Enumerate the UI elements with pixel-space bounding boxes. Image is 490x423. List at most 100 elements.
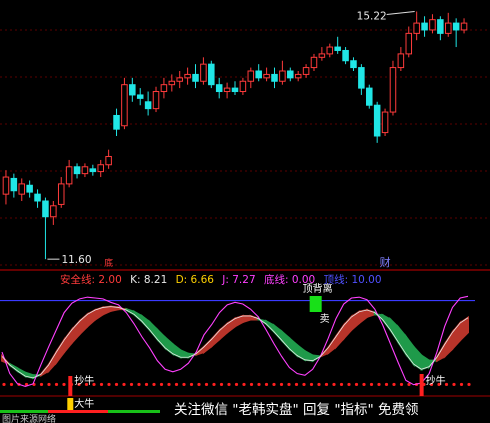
candle-body [437,19,444,34]
candle [136,88,144,106]
bottom-line-dot [227,382,231,387]
bottom-line-dot [62,382,66,387]
candle [231,81,239,95]
bottom-line-dot [264,382,269,387]
candle [334,36,341,54]
bottom-line-dot [249,382,254,387]
candle [342,47,349,65]
candle-body [121,84,128,127]
marker-cai: 财 [380,255,391,269]
candle [50,201,57,225]
candle-body [279,70,286,82]
candle [42,197,49,260]
candle-body [381,111,389,134]
candle-body [263,73,270,79]
candle-body [444,22,452,34]
candle-body [342,49,349,62]
watermark-part-4: "指标" [334,402,374,418]
candle [302,64,310,78]
candle-body [34,193,41,202]
header-item-d: D: 6.66 [175,274,214,286]
candle [97,159,104,178]
candle [89,164,97,176]
bottom-line-dot [294,382,299,387]
bottom-line-dot [159,382,164,387]
bottom-line-dot [347,382,351,387]
bottom-line-dot [234,382,239,387]
bottom-line-dot [129,382,134,387]
bottom-line-dot [324,382,329,387]
kd-band-segment [179,348,190,359]
source-caption: 图片来源网络 [2,413,56,423]
candlestick-chart: 15.2211.60 财底顶背离卖抄牛大牛抄牛图片来源网络 [0,10,490,423]
candle-body [247,70,255,82]
candle [223,82,231,99]
candle [26,180,33,198]
candle-body [231,87,239,93]
bottom-line-dot [332,382,336,387]
low-price-label: 11.60 [61,254,91,266]
bottom-line-dot [152,382,156,387]
bottom-line-dot [339,382,344,387]
candle-body [255,70,262,79]
candle-body [373,104,381,137]
header-item-k: K: 8.21 [130,274,168,286]
bottom-line-dot [377,382,381,387]
sell-signal-label: 卖 [320,313,330,325]
bottom-line-dot [182,382,186,387]
bottom-line-dot [452,382,456,387]
header-item-top: 顶线: 10.00 [323,274,382,286]
bottom-line-dot [399,382,404,387]
bottom-line-dot [369,382,374,387]
kd-band-segment [443,328,454,359]
candle-body [50,205,57,218]
candle-body [421,22,428,31]
bottom-line-dot [197,382,201,387]
bottom-line-dot [279,382,284,387]
candle-body [129,84,136,96]
candle [65,159,73,188]
candle [366,84,373,109]
candle [429,14,436,34]
high-marker-line [386,10,415,15]
kd-band-segment [288,336,299,358]
candle [437,16,444,41]
buy-signal-label-2: 抄牛 [426,374,446,387]
candle [287,67,294,82]
bottom-line-dot [174,382,179,387]
bottom-line-dot [467,382,471,387]
bottom-line-dot [287,382,291,387]
candle-body [389,67,397,113]
candle [294,71,302,82]
indicator-header: 安全线: 2.00 K: 8.21 D: 6.66 J: 7.27 底线: 0.… [60,272,382,287]
candle-body [239,80,247,93]
candle-body [310,56,318,69]
candle-body [57,183,65,205]
candle-body [168,80,176,86]
candle [373,101,381,143]
bottom-line-dot [167,382,171,387]
bottom-line-dot [354,382,359,387]
candle [444,12,452,37]
candle [160,77,168,99]
kd-band-segment [358,308,369,325]
kd-band-segment [397,324,407,358]
sell-signal-bar [309,296,322,312]
bottom-line-dot [189,382,194,387]
candle [460,18,468,34]
bottom-line-dot [9,382,14,387]
candle-body [176,77,183,82]
candle [318,47,326,61]
candle [168,74,176,92]
kd-band-segment [101,305,112,316]
kd-band-segment [47,348,58,374]
bottom-line-dot [212,382,216,387]
candle [129,77,136,102]
kd-band-segment [334,322,345,350]
candle-body [358,67,365,89]
candle [389,60,397,116]
bottom-line-dot [2,382,6,387]
bottom-line-dot [137,382,141,387]
candle-body [287,70,294,79]
candle-body [366,87,373,106]
